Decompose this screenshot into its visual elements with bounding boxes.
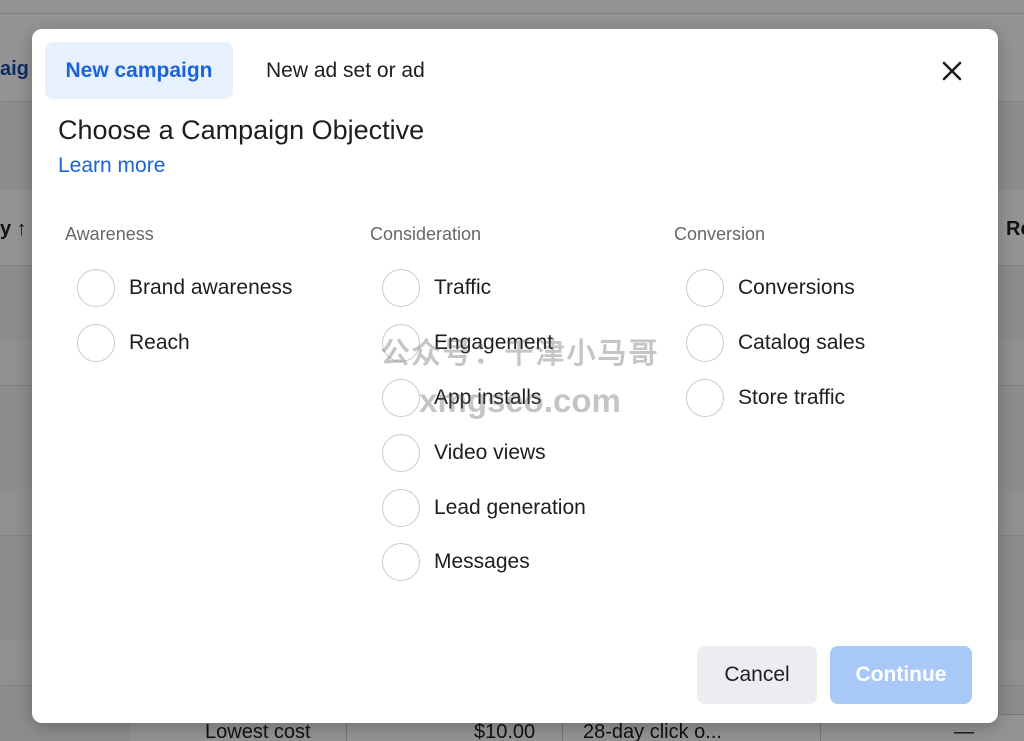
radio-button[interactable]	[77, 324, 115, 363]
option-label: Video views	[434, 440, 546, 464]
objective-option-catalog-sales[interactable]: Catalog sales	[673, 316, 973, 371]
tab-new-campaign[interactable]: New campaign	[45, 42, 233, 99]
objective-list: Brand awareness Reach	[64, 261, 364, 371]
objective-option-traffic[interactable]: Traffic	[369, 261, 669, 316]
close-icon	[942, 61, 962, 81]
tab-new-ad-set-or-ad[interactable]: New ad set or ad	[246, 42, 445, 99]
objective-option-app-installs[interactable]: App installs	[369, 371, 669, 426]
radio-button[interactable]	[382, 543, 420, 582]
close-button[interactable]	[934, 53, 970, 89]
objective-option-reach[interactable]: Reach	[64, 316, 364, 371]
radio-button[interactable]	[686, 378, 724, 417]
group-label: Conversion	[674, 224, 766, 244]
radio-button[interactable]	[77, 269, 115, 308]
option-label: Reach	[129, 331, 190, 355]
option-label: Traffic	[434, 276, 492, 300]
objective-list: Traffic Engagement App installs Video vi…	[369, 261, 669, 590]
objective-option-brand-awareness[interactable]: Brand awareness	[64, 261, 364, 316]
objective-option-lead-generation[interactable]: Lead generation	[369, 480, 669, 535]
objective-group-consideration: Consideration Traffic Engagement App ins…	[369, 224, 669, 590]
cancel-button[interactable]: Cancel	[697, 646, 817, 704]
dialog-title: Choose a Campaign Objective	[58, 115, 425, 145]
option-label: Brand awareness	[129, 276, 293, 300]
objective-option-messages[interactable]: Messages	[369, 535, 669, 590]
objective-option-conversions[interactable]: Conversions	[673, 261, 973, 316]
radio-button[interactable]	[382, 324, 420, 363]
radio-button[interactable]	[382, 488, 420, 527]
group-label: Awareness	[65, 224, 154, 244]
option-label: Lead generation	[434, 495, 586, 519]
objective-option-engagement[interactable]: Engagement	[369, 316, 669, 371]
group-label: Consideration	[370, 224, 482, 244]
objective-group-awareness: Awareness Brand awareness Reach	[64, 224, 364, 371]
option-label: Catalog sales	[738, 331, 866, 355]
campaign-objective-dialog: New campaign New ad set or ad Choose a C…	[32, 29, 998, 723]
continue-button[interactable]: Continue	[830, 646, 972, 704]
radio-button[interactable]	[686, 324, 724, 363]
option-label: Store traffic	[738, 385, 845, 409]
radio-button[interactable]	[686, 269, 724, 308]
objective-option-video-views[interactable]: Video views	[369, 425, 669, 480]
option-label: Engagement	[434, 331, 554, 355]
objective-list: Conversions Catalog sales Store traffic	[673, 261, 973, 425]
objective-option-store-traffic[interactable]: Store traffic	[673, 371, 973, 426]
radio-button[interactable]	[382, 378, 420, 417]
option-label: Messages	[434, 550, 530, 574]
radio-button[interactable]	[382, 269, 420, 308]
learn-more-link[interactable]: Learn more	[58, 154, 165, 178]
objective-group-conversion: Conversion Conversions Catalog sales Sto…	[673, 224, 973, 425]
option-label: App installs	[434, 385, 542, 409]
option-label: Conversions	[738, 276, 855, 300]
radio-button[interactable]	[382, 433, 420, 472]
